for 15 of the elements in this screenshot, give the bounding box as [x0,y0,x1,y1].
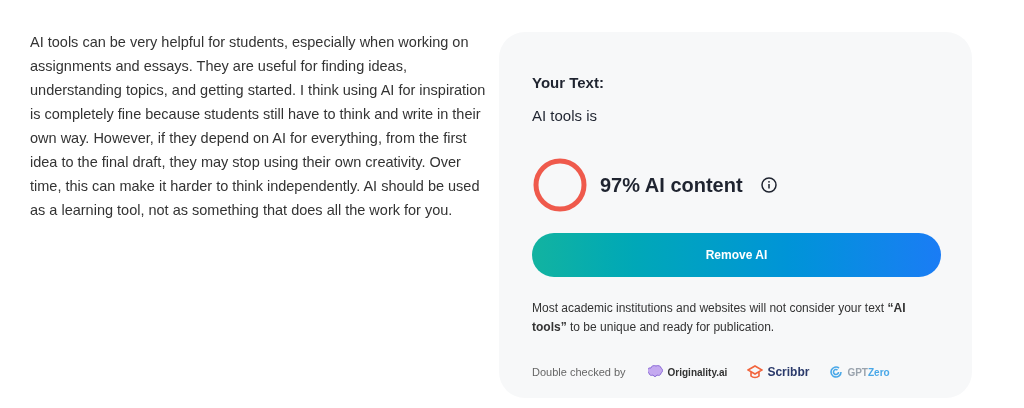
card-heading: Your Text: [532,73,605,93]
remove-ai-button[interactable]: Remove AI [532,233,941,277]
spiral-icon [829,365,844,379]
info-icon [760,177,777,193]
brand-logo: Scribbr [767,364,810,381]
publication-note: Most academic institutions and websites will not consider your text “AI tools” to be unique and ready for publication. [532,300,907,336]
text-excerpt: AI tools is [532,105,599,126]
brain-icon [647,365,664,379]
brand-logo: GPTZero [847,365,890,380]
mortarboard-icon [747,365,764,379]
score-label: 97% AI content [600,173,743,198]
checked-by-label: Double checked by [532,364,626,380]
score-ring [532,157,588,213]
brand-logo: Originality.ai [667,365,728,380]
essay-paragraph: AI tools can be very helpful for students, especially when working on assignments and essays. They are useful for finding ideas, understanding topics, and getting started. I think using AI for inspiration is completely fine because students still have to think and write in their own way. However, if they depend on AI for everything, from the first idea to the final draft, they may stop using their own creativity. Over time, this can make it harder to think independently. AI should be used as a learning tool, not as something that does all the work for you. [30,33,487,220]
